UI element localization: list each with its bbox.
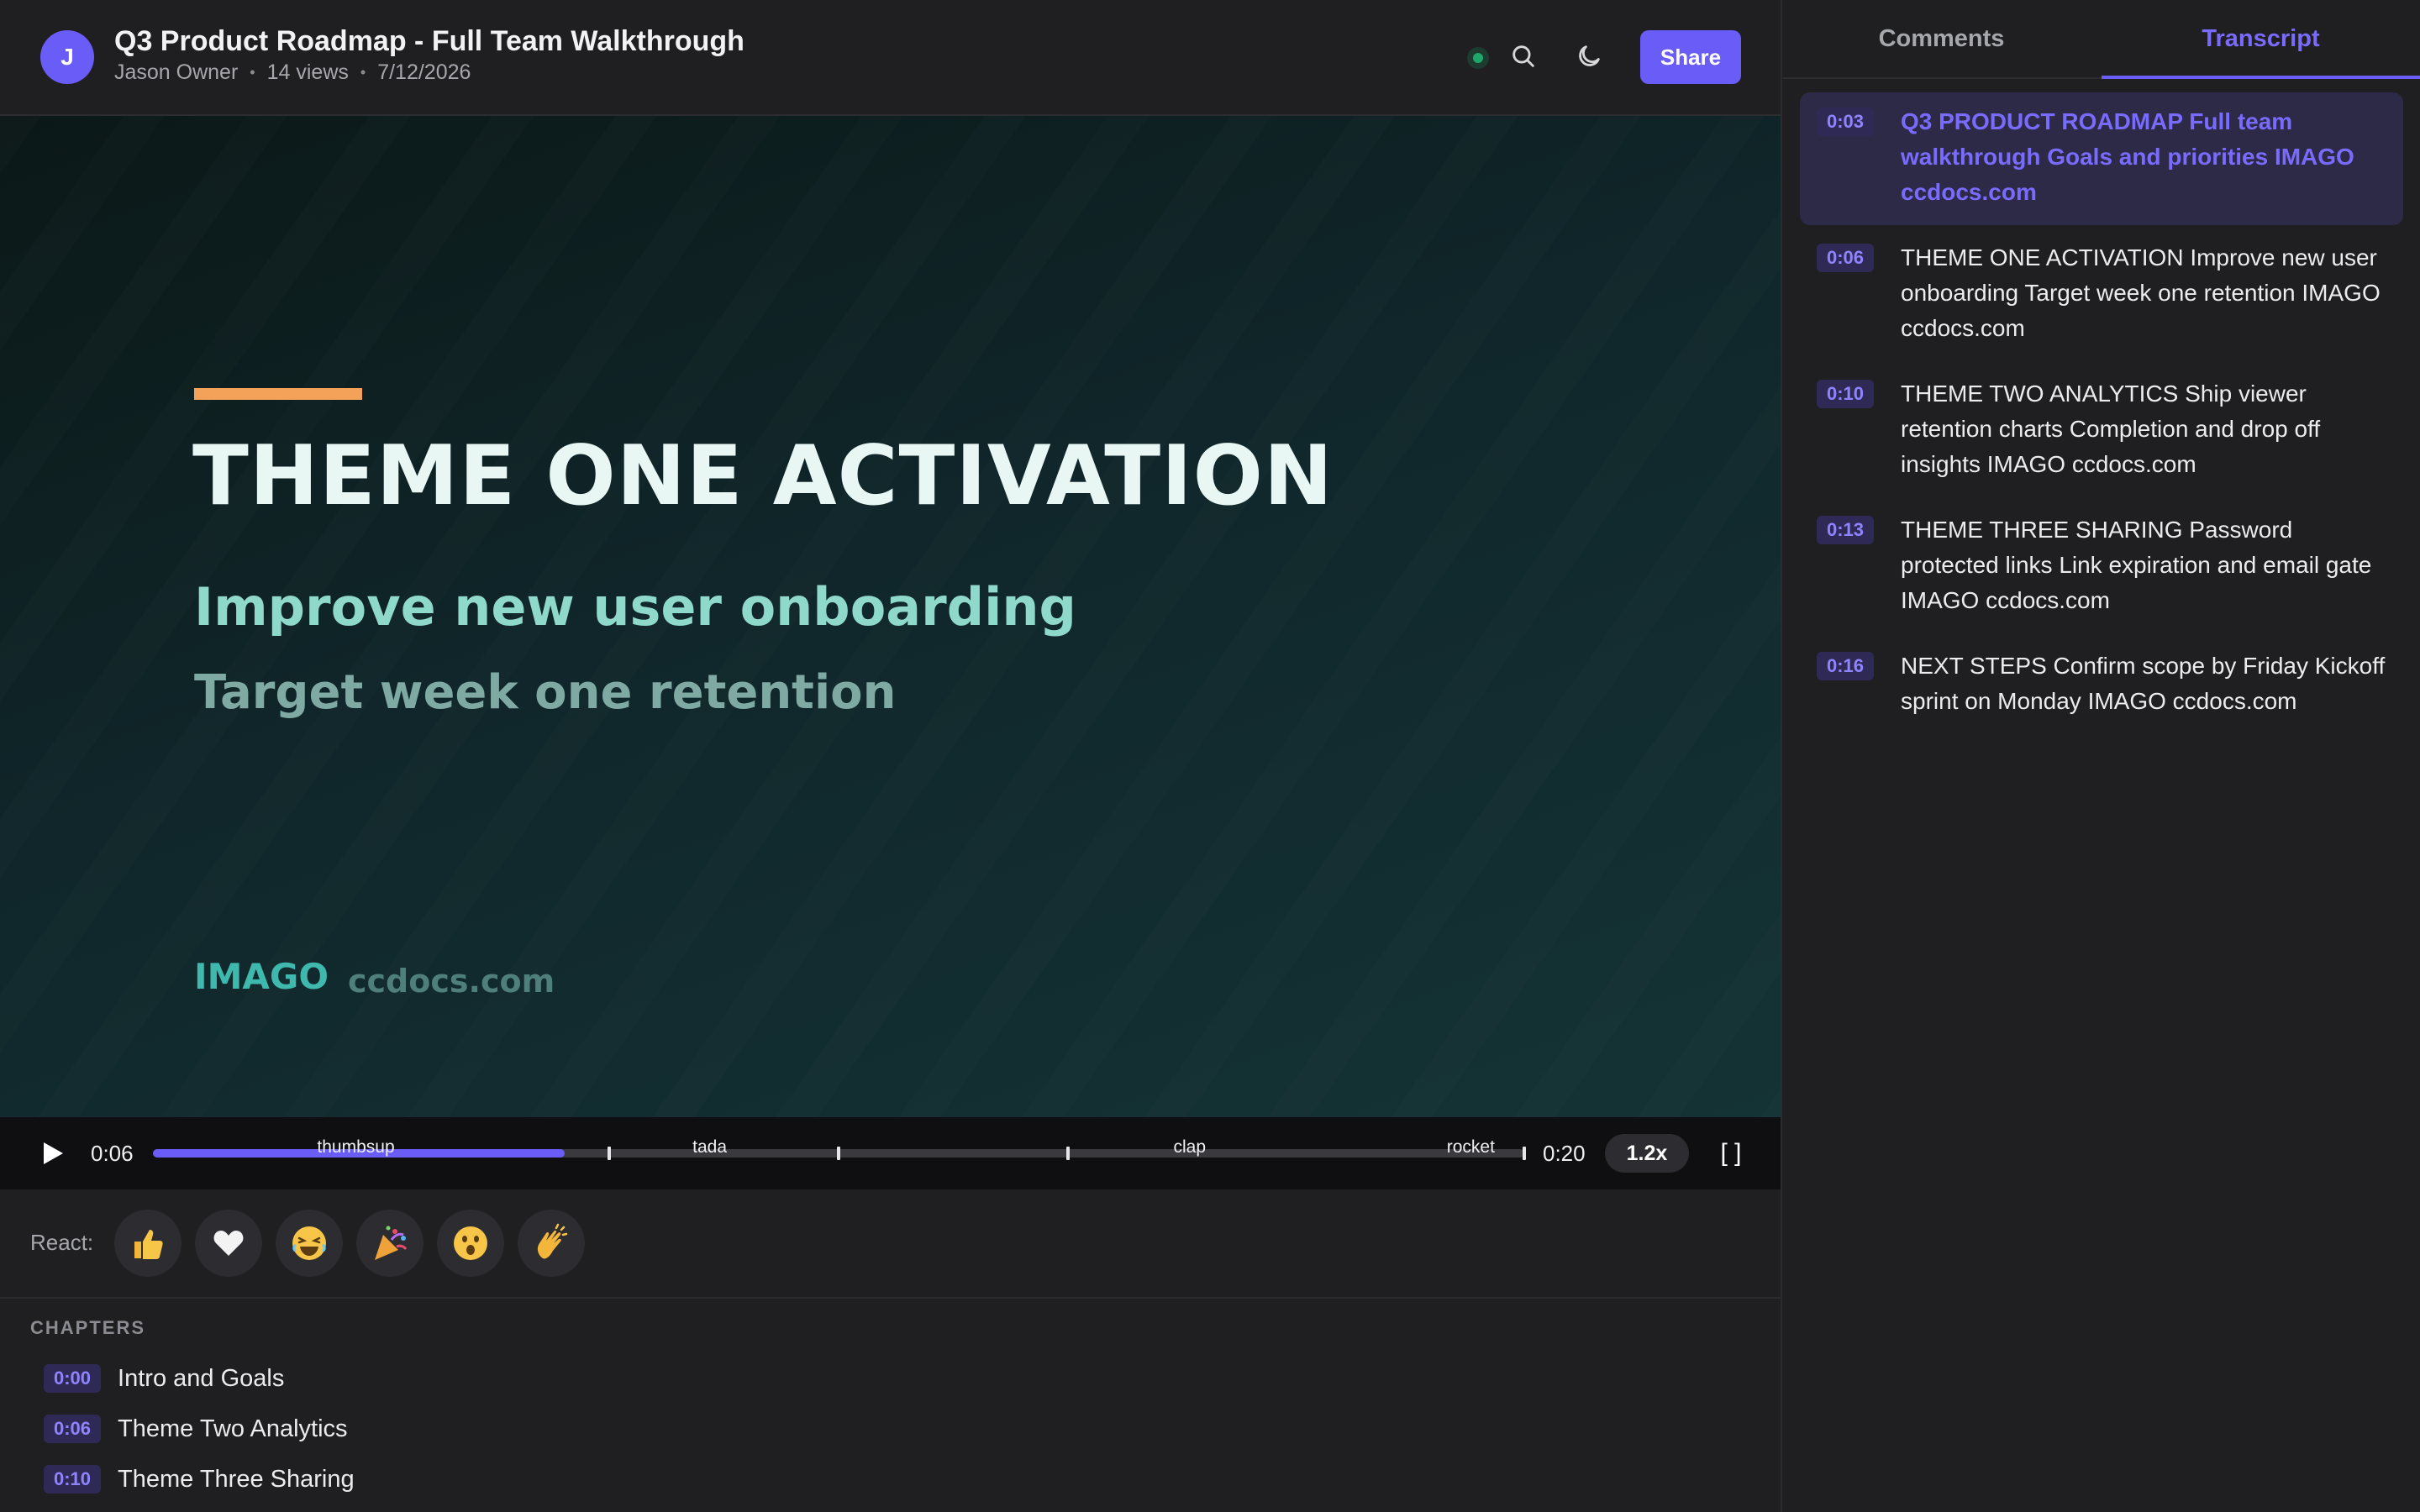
transcript-segment[interactable]: 0:16 NEXT STEPS Confirm scope by Friday … [1800, 637, 2403, 734]
transcript-text: Q3 PRODUCT ROADMAP Full team walkthrough… [1901, 108, 2354, 205]
video-title: Q3 Product Roadmap - Full Team Walkthrou… [114, 25, 744, 57]
share-button[interactable]: Share [1640, 30, 1741, 84]
seek-bar-tick [1065, 1147, 1070, 1160]
chapter-timestamp: 0:10 [44, 1465, 102, 1494]
react-label: React: [30, 1230, 94, 1255]
party-popper-icon[interactable] [356, 1210, 424, 1277]
current-time: 0:06 [91, 1141, 134, 1166]
seek-bar-tick [837, 1147, 840, 1160]
view-count: 14 views [266, 60, 349, 84]
transcript-timestamp: 0:13 [1817, 516, 1875, 544]
reaction-marker-thumbsup[interactable]: thumbsup [317, 1137, 394, 1158]
transcript-timestamp: 0:03 [1817, 108, 1875, 136]
seek-bar-tick [608, 1147, 612, 1160]
transcript-text: THEME THREE SHARING Password protected l… [1901, 517, 2372, 613]
search-icon[interactable] [1504, 37, 1543, 76]
video-header: J Q3 Product Roadmap - Full Team Walkthr… [0, 0, 1781, 116]
transcript-segment[interactable]: 0:10 THEME TWO ANALYTICS Ship viewer ret… [1800, 365, 2403, 497]
slide-domain: ccdocs.com [348, 963, 555, 1000]
separator-dot: • [250, 64, 255, 81]
chapter-item[interactable]: 0:10 Theme Three Sharing [44, 1462, 355, 1496]
slide-subtitle-secondary: Target week one retention [194, 665, 897, 720]
thumbs-up-icon[interactable] [114, 1210, 182, 1277]
transcript-text: NEXT STEPS Confirm scope by Friday Kicko… [1901, 653, 2386, 714]
heart-icon[interactable] [195, 1210, 262, 1277]
owner-name: Jason Owner [114, 60, 239, 84]
slide-subtitle-primary: Improve new user onboarding [194, 576, 1076, 638]
total-time: 0:20 [1543, 1141, 1586, 1166]
reaction-marker-tada[interactable]: tada [692, 1137, 727, 1158]
chapter-title: Intro and Goals [118, 1364, 285, 1392]
main-area: J Q3 Product Roadmap - Full Team Walkthr… [0, 0, 1781, 1512]
transcript-timestamp: 0:10 [1817, 380, 1875, 408]
seek-bar-tick [1523, 1147, 1526, 1160]
transcript-text: THEME TWO ANALYTICS Ship viewer retentio… [1901, 381, 2321, 477]
chapter-item[interactable]: 0:06 Theme Two Analytics [44, 1412, 348, 1446]
side-panel: Comments Transcript 0:03 Q3 PRODUCT ROAD… [1782, 0, 2420, 1512]
video-meta: Jason Owner • 14 views • 7/12/2026 [114, 60, 471, 85]
tab-transcript[interactable]: Transcript [2102, 0, 2420, 79]
chapter-timestamp: 0:06 [44, 1415, 102, 1443]
transcript-timestamp: 0:06 [1817, 244, 1875, 272]
upload-date: 7/12/2026 [377, 60, 471, 84]
transcript-segment[interactable]: 0:13 THEME THREE SHARING Password protec… [1800, 501, 2403, 633]
transcript-text: THEME ONE ACTIVATION Improve new user on… [1901, 244, 2381, 341]
chapters-heading: CHAPTERS [30, 1317, 146, 1338]
clapping-hands-icon[interactable] [518, 1210, 585, 1277]
chapter-title: Theme Three Sharing [118, 1465, 355, 1493]
player-controls: 0:06 thumbsup tada clap rocket 0:20 1.2x [ … [0, 1117, 1781, 1189]
tab-comments[interactable]: Comments [1782, 0, 2101, 77]
slide-accent-bar [194, 388, 362, 400]
transcript-timestamp: 0:16 [1817, 652, 1875, 680]
surprised-face-icon[interactable] [437, 1210, 504, 1277]
avatar[interactable]: J [40, 30, 94, 84]
chapter-timestamp: 0:00 [44, 1364, 102, 1393]
status-indicator [1467, 47, 1489, 69]
transcript-segment[interactable]: 0:03 Q3 PRODUCT ROADMAP Full team walkth… [1800, 92, 2403, 225]
slide-title: THEME ONE ACTIVATION [192, 428, 1334, 524]
slide-brand-logo: IMAGO [194, 956, 329, 997]
dark-mode-moon-icon[interactable] [1570, 37, 1608, 76]
play-icon[interactable] [37, 1137, 69, 1169]
playback-speed-button[interactable]: 1.2x [1605, 1134, 1689, 1173]
laughing-face-icon[interactable] [276, 1210, 343, 1277]
chapter-item[interactable]: 0:00 Intro and Goals [44, 1362, 284, 1395]
reaction-marker-clap[interactable]: clap [1174, 1137, 1207, 1158]
side-panel-tabs: Comments Transcript [1782, 0, 2420, 79]
seek-bar[interactable]: thumbsup tada clap rocket [153, 1137, 1526, 1160]
transcript-segment[interactable]: 0:06 THEME ONE ACTIVATION Improve new us… [1800, 228, 2403, 361]
chapter-title: Theme Two Analytics [118, 1415, 348, 1442]
separator-dot: • [360, 64, 366, 81]
video-player[interactable]: THEME ONE ACTIVATION Improve new user on… [0, 116, 1781, 1117]
fullscreen-button[interactable]: [ ] [1714, 1136, 1748, 1171]
reaction-bar: React: [0, 1189, 1781, 1299]
reaction-marker-rocket[interactable]: rocket [1447, 1137, 1495, 1158]
